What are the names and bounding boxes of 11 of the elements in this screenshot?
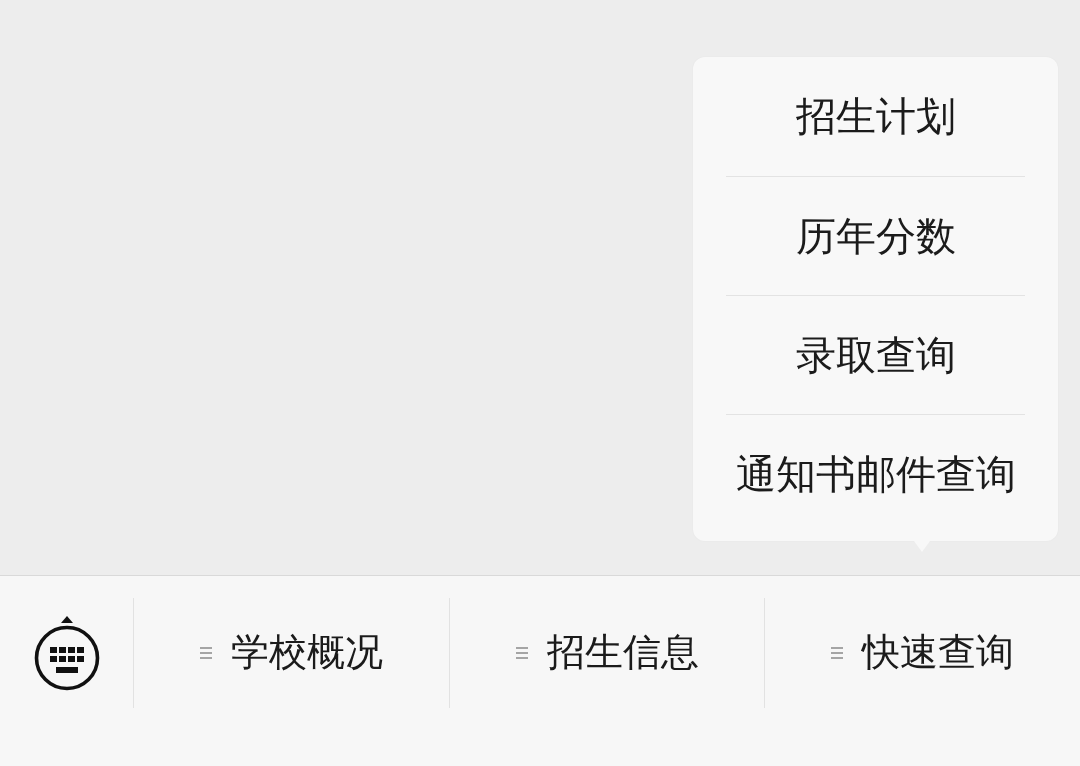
menu-tab[interactable]: 学校概况 xyxy=(133,598,449,708)
menu-tab[interactable]: 招生信息 xyxy=(448,598,765,708)
submenu-item[interactable]: 录取查询 xyxy=(726,295,1025,414)
submenu-item[interactable]: 招生计划 xyxy=(726,57,1025,176)
submenu-item[interactable]: 通知书邮件查询 xyxy=(726,414,1025,533)
submenu-item[interactable]: 历年分数 xyxy=(726,176,1025,295)
menu-lines-icon xyxy=(515,646,528,660)
menu-tab[interactable]: 快速查询 xyxy=(764,598,1080,708)
menu-lines-icon xyxy=(831,646,844,660)
keyboard-icon[interactable] xyxy=(33,615,100,691)
menu-lines-icon xyxy=(199,646,212,660)
